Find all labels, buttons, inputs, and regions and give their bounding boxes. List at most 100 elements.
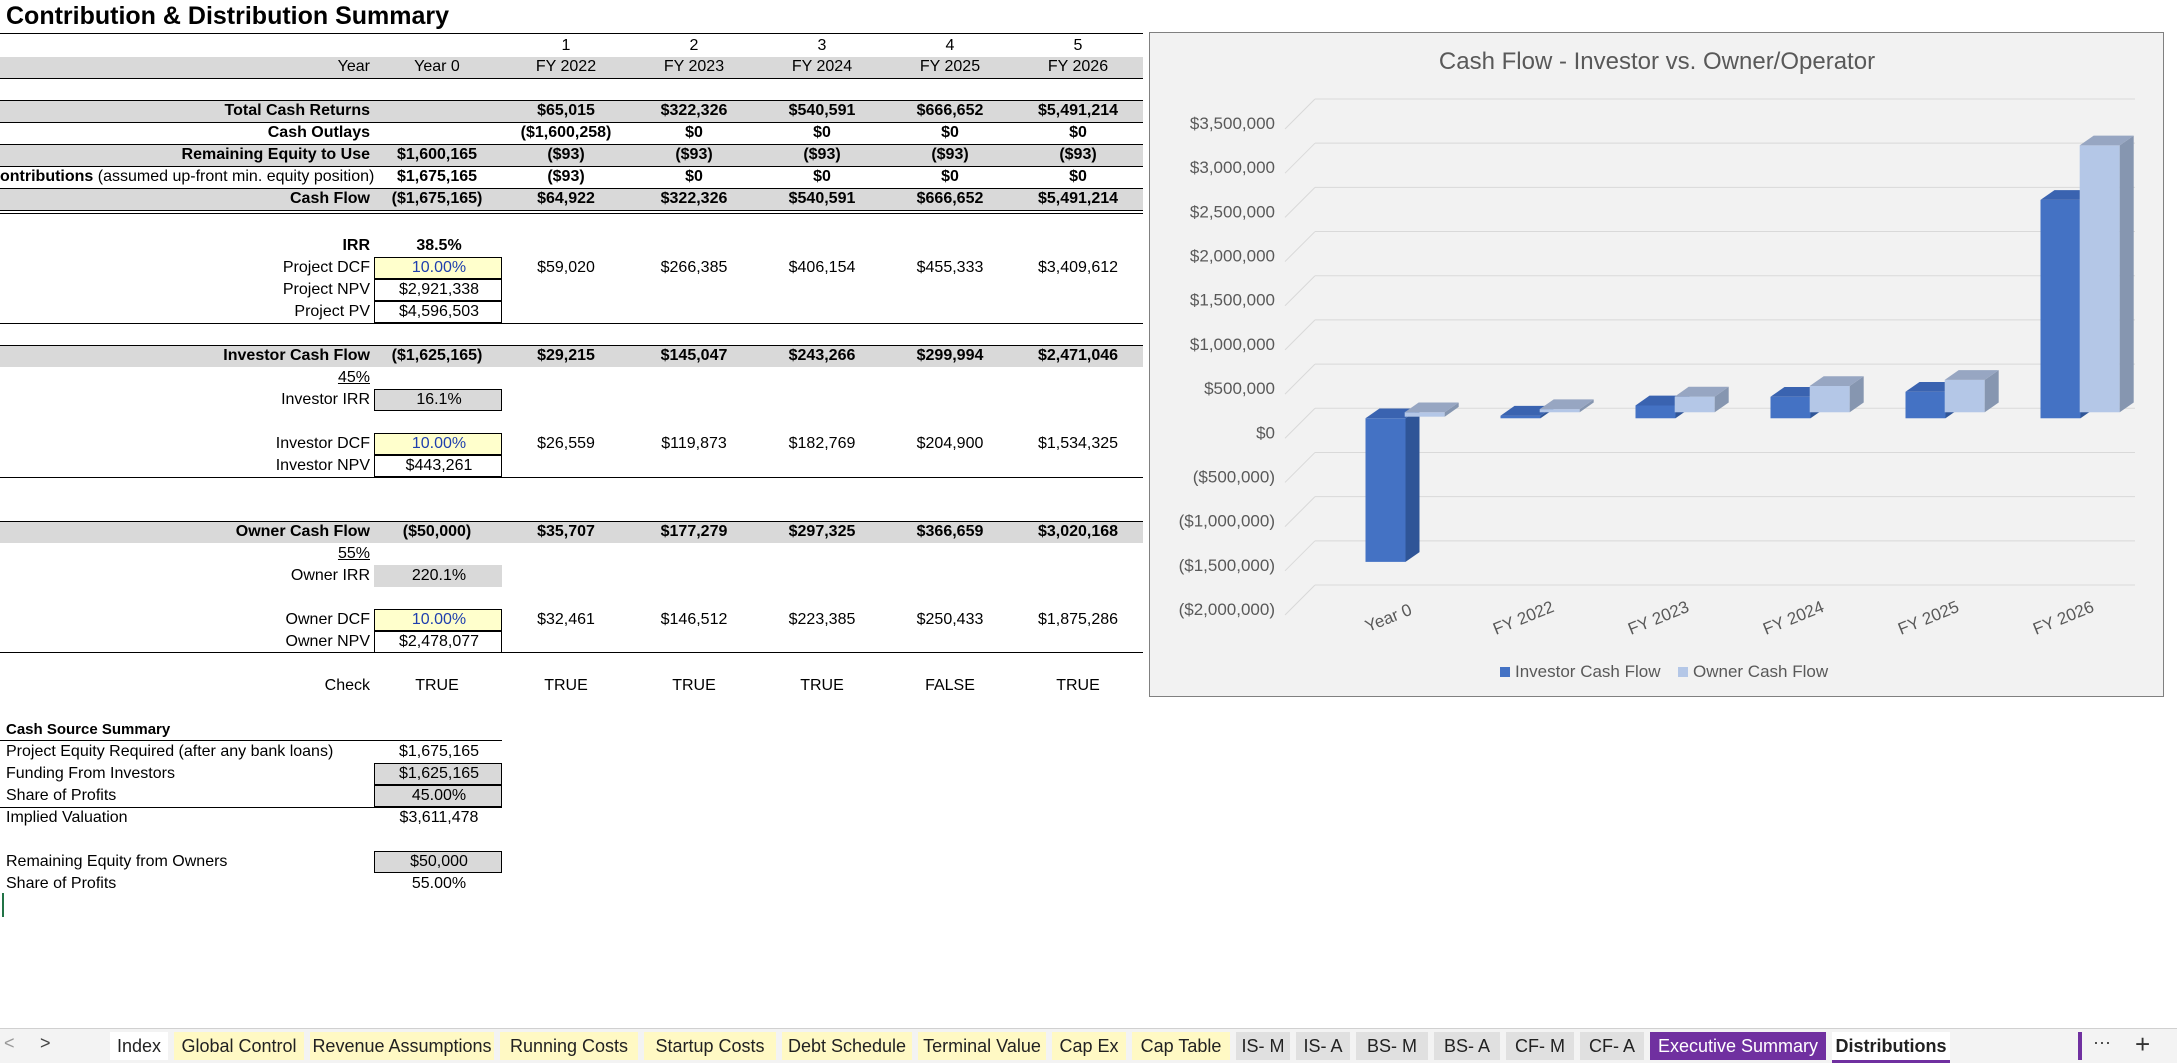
project-dcf-value[interactable]: $455,333	[888, 257, 1012, 279]
sheet-tab[interactable]: BS- A	[1434, 1032, 1500, 1060]
investor-dcf-label[interactable]: Investor DCF	[200, 433, 370, 455]
row-value[interactable]: ($93)	[888, 144, 1012, 166]
year-header[interactable]: Year 0	[377, 56, 497, 78]
row-value[interactable]	[375, 100, 499, 122]
row-value[interactable]: $64,922	[504, 188, 628, 210]
cash-source-label[interactable]: Project Equity Required (after any bank …	[6, 741, 366, 763]
cash-source-value[interactable]: 45.00%	[377, 785, 501, 807]
row-value[interactable]: $666,652	[888, 100, 1012, 122]
cash-source-value[interactable]: 55.00%	[377, 873, 501, 895]
row-value[interactable]: ($93)	[632, 144, 756, 166]
project-dcf-label[interactable]: Project DCF	[200, 257, 370, 279]
project-dcf-value[interactable]: $266,385	[632, 257, 756, 279]
row-value[interactable]: ($93)	[760, 144, 884, 166]
cash-source-label[interactable]: Implied Valuation	[6, 807, 366, 829]
project-irr[interactable]: 38.5%	[377, 235, 501, 257]
sheet-tab[interactable]: BS- M	[1356, 1032, 1428, 1060]
sheet-tab[interactable]: CF- M	[1506, 1032, 1574, 1060]
sheet-tab[interactable]: Distributions	[1832, 1032, 1950, 1063]
investor-npv[interactable]: $443,261	[377, 455, 501, 477]
owner-dcf-value[interactable]: $250,433	[888, 609, 1012, 631]
row-value[interactable]: $65,015	[504, 100, 628, 122]
project-dcf-value[interactable]: $406,154	[760, 257, 884, 279]
project-dcf[interactable]: 10.00%	[377, 257, 501, 279]
row-value[interactable]: $0	[632, 122, 756, 144]
row-value[interactable]: ($93)	[504, 144, 628, 166]
owner-dcf-value[interactable]: $223,385	[760, 609, 884, 631]
row-value[interactable]: $0	[888, 122, 1012, 144]
cash-source-label[interactable]: Share of Profits	[6, 873, 366, 895]
row-value[interactable]: $540,591	[760, 100, 884, 122]
sheet-tab[interactable]: IS- M	[1236, 1032, 1290, 1060]
row-value[interactable]: $0	[1016, 166, 1140, 188]
cash-source-value[interactable]: $1,625,165	[377, 763, 501, 785]
owner-cf-value[interactable]: $3,020,168	[1016, 521, 1140, 543]
sheet-tab[interactable]: Revenue Assumptions	[310, 1032, 494, 1060]
next-sheet-button[interactable]: >	[40, 1033, 51, 1054]
check-value[interactable]: TRUE	[760, 675, 884, 697]
investor-cf-value[interactable]: $243,266	[760, 345, 884, 367]
owner-dcf-value[interactable]: $1,875,286	[1016, 609, 1140, 631]
investor-dcf[interactable]: 10.00%	[377, 433, 501, 455]
row-value[interactable]: $5,491,214	[1016, 100, 1140, 122]
cash-source-label[interactable]: Share of Profits	[6, 785, 366, 807]
add-sheet-button[interactable]: +	[2135, 1029, 2150, 1060]
period-number[interactable]: 2	[634, 35, 754, 57]
prev-sheet-button[interactable]: <	[4, 1033, 15, 1054]
row-value[interactable]: $322,326	[632, 100, 756, 122]
owner-dcf[interactable]: 10.00%	[377, 609, 501, 631]
project-npv-label[interactable]: Project NPV	[200, 279, 370, 301]
period-number[interactable]: 1	[506, 35, 626, 57]
check-value[interactable]: TRUE	[632, 675, 756, 697]
row-value[interactable]: $0	[760, 166, 884, 188]
row-label[interactable]: ontributions (assumed up-front min. equi…	[0, 166, 374, 188]
owner-dcf-value[interactable]: $32,461	[504, 609, 628, 631]
investor-dcf-value[interactable]: $204,900	[888, 433, 1012, 455]
investor-dcf-value[interactable]: $26,559	[504, 433, 628, 455]
row-value[interactable]: ($1,675,165)	[375, 188, 499, 210]
investor-cf-value[interactable]: $29,215	[504, 345, 628, 367]
sheet-tab[interactable]: Startup Costs	[644, 1032, 776, 1060]
row-label[interactable]: Total Cash Returns	[0, 100, 371, 122]
investor-irr-label[interactable]: Investor IRR	[200, 389, 370, 411]
row-label[interactable]: Remaining Equity to Use	[0, 144, 370, 166]
sheet-tab[interactable]: IS- A	[1296, 1032, 1350, 1060]
sheet-tab[interactable]: CF- A	[1580, 1032, 1644, 1060]
owner-cf-value[interactable]: $366,659	[888, 521, 1012, 543]
row-value[interactable]: $1,600,165	[375, 144, 499, 166]
row-value[interactable]: $0	[888, 166, 1012, 188]
sheet-tab[interactable]: Executive Summary	[1650, 1032, 1826, 1060]
sheet-tab[interactable]: Global Control	[174, 1032, 304, 1060]
irr-label[interactable]: IRR	[200, 235, 370, 257]
row-value[interactable]: $666,652	[888, 188, 1012, 210]
sheet-tab[interactable]: Terminal Value	[918, 1032, 1046, 1060]
cash-source-label[interactable]: Funding From Investors	[6, 763, 366, 785]
sheet-tab[interactable]: Cap Ex	[1052, 1032, 1126, 1060]
owner-dcf-value[interactable]: $146,512	[632, 609, 756, 631]
year-header[interactable]: FY 2024	[762, 56, 882, 78]
more-tabs-button[interactable]: ···	[2093, 1032, 2111, 1053]
owner-cf-value[interactable]: ($50,000)	[375, 521, 499, 543]
investor-cf-value[interactable]: $299,994	[888, 345, 1012, 367]
row-label[interactable]: Cash Flow	[0, 188, 370, 210]
investor-dcf-value[interactable]: $1,534,325	[1016, 433, 1140, 455]
period-number[interactable]: 3	[762, 35, 882, 57]
cash-source-value[interactable]: $50,000	[377, 851, 501, 873]
row-value[interactable]	[375, 122, 499, 144]
row-value[interactable]: $1,675,165	[375, 166, 499, 188]
year-header[interactable]: FY 2022	[506, 56, 626, 78]
year-label[interactable]: Year	[200, 56, 370, 78]
investor-cf-value[interactable]: $145,047	[632, 345, 756, 367]
check-value[interactable]: TRUE	[375, 675, 499, 697]
investor-share[interactable]: 45%	[300, 367, 370, 389]
investor-cf-value[interactable]: ($1,625,165)	[375, 345, 499, 367]
owner-dcf-label[interactable]: Owner DCF	[200, 609, 370, 631]
owner-cf-label[interactable]: Owner Cash Flow	[130, 521, 370, 543]
investor-cf-label[interactable]: Investor Cash Flow	[130, 345, 370, 367]
project-dcf-value[interactable]: $3,409,612	[1016, 257, 1140, 279]
row-value[interactable]: ($93)	[504, 166, 628, 188]
row-value[interactable]: $0	[760, 122, 884, 144]
investor-irr[interactable]: 16.1%	[377, 389, 501, 411]
row-label[interactable]: Cash Outlays	[0, 122, 370, 144]
sheet-tab[interactable]: Debt Schedule	[782, 1032, 912, 1060]
